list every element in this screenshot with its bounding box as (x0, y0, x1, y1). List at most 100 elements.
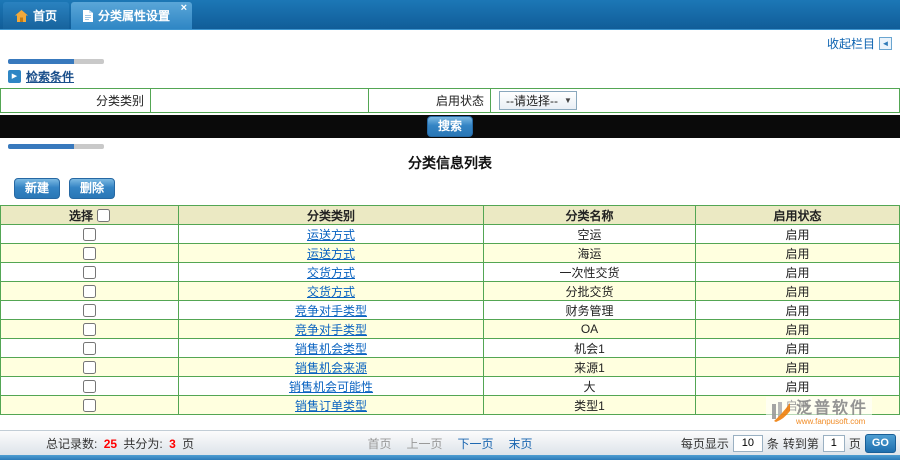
category-link[interactable]: 交货方式 (307, 285, 355, 299)
total-records-label: 总记录数: (46, 437, 97, 451)
row-category-cell: 销售机会来源 (179, 358, 484, 377)
per-page-input[interactable] (733, 435, 763, 452)
category-link[interactable]: 运送方式 (307, 247, 355, 261)
per-page-label: 每页显示 (681, 435, 729, 452)
category-link[interactable]: 运送方式 (307, 228, 355, 242)
table-row: 销售机会类型 机会1 启用 (1, 339, 900, 358)
goto-page-input[interactable] (823, 435, 845, 452)
row-checkbox[interactable] (83, 285, 96, 298)
row-checkbox[interactable] (83, 247, 96, 260)
category-link[interactable]: 竞争对手类型 (295, 323, 367, 337)
row-checkbox[interactable] (83, 342, 96, 355)
status-cell: 启用 (696, 282, 900, 301)
table-row: 销售机会来源 来源1 启用 (1, 358, 900, 377)
row-select-cell (1, 377, 179, 396)
row-category-cell: 交货方式 (179, 282, 484, 301)
page-size-controls: 每页显示 条 转到第 页 GO (681, 431, 896, 455)
category-link[interactable]: 销售机会可能性 (289, 380, 373, 394)
chevron-down-icon: ▼ (564, 96, 572, 105)
row-checkbox[interactable] (83, 266, 96, 279)
first-page-link: 首页 (367, 435, 391, 452)
status-cell: 启用 (696, 358, 900, 377)
home-icon (15, 10, 28, 22)
category-name-cell: 类型1 (484, 396, 696, 415)
table-row: 运送方式 空运 启用 (1, 225, 900, 244)
pagination-bar: 总记录数: 25 共分为: 3 页 首页 上一页 下一页 末页 每页显示 条 转… (0, 430, 900, 455)
total-records-value: 25 (101, 437, 120, 451)
search-button-bar: 搜索 (0, 115, 900, 138)
category-name-cell: 一次性交货 (484, 263, 696, 282)
goto-page-unit: 页 (849, 435, 861, 452)
header-category: 分类类别 (179, 206, 484, 225)
section-progress-bar-2 (8, 144, 104, 149)
category-input[interactable] (151, 91, 368, 111)
row-select-cell (1, 396, 179, 415)
row-select-cell (1, 244, 179, 263)
goto-page-label: 转到第 (783, 435, 819, 452)
row-category-cell: 销售订单类型 (179, 396, 484, 415)
category-name-cell: 空运 (484, 225, 696, 244)
row-checkbox[interactable] (83, 361, 96, 374)
status-cell: 启用 (696, 339, 900, 358)
category-link[interactable]: 交货方式 (307, 266, 355, 280)
status-select[interactable]: --请选择-- ▼ (499, 91, 577, 110)
tab-category-settings[interactable]: 分类属性设置 × (71, 2, 192, 29)
last-page-link[interactable]: 末页 (509, 435, 533, 452)
go-button[interactable]: GO (865, 434, 896, 453)
prev-page-link: 上一页 (406, 435, 442, 452)
document-icon (83, 10, 93, 22)
progress-bar-blue (8, 144, 74, 149)
category-name-cell: 来源1 (484, 358, 696, 377)
header-status: 启用状态 (696, 206, 900, 225)
search-button[interactable]: 搜索 (427, 116, 473, 137)
watermark-brand: 泛普软件 (796, 400, 868, 417)
category-link[interactable]: 竞争对手类型 (295, 304, 367, 318)
search-section-label: 检索条件 (26, 68, 74, 85)
delete-button[interactable]: 删除 (69, 178, 115, 199)
search-form-table: 分类类别 启用状态 --请选择-- ▼ (0, 88, 900, 113)
tab-bar: 首页 分类属性设置 × (0, 0, 900, 30)
bottom-accent-strip (0, 455, 900, 460)
status-cell: 启用 (696, 263, 900, 282)
row-checkbox[interactable] (83, 304, 96, 317)
tab-home[interactable]: 首页 (3, 2, 69, 29)
row-checkbox[interactable] (83, 380, 96, 393)
category-name-cell: OA (484, 320, 696, 339)
next-page-link[interactable]: 下一页 (458, 435, 494, 452)
category-name-cell: 分批交货 (484, 282, 696, 301)
new-button[interactable]: 新建 (14, 178, 60, 199)
table-header-row: 选择 分类类别 分类名称 启用状态 (1, 206, 900, 225)
row-select-cell (1, 225, 179, 244)
row-category-cell: 竞争对手类型 (179, 320, 484, 339)
category-link[interactable]: 销售订单类型 (295, 399, 367, 413)
watermark-url: www.fanpusoft.com (796, 417, 865, 426)
row-checkbox[interactable] (83, 323, 96, 336)
collapse-icon[interactable]: ◄ (879, 37, 892, 50)
app-window: 首页 分类属性设置 × 收起栏目 ◄ ▶ 检索条件 分类类别 启用状态 (0, 0, 900, 460)
category-link[interactable]: 销售机会类型 (295, 342, 367, 356)
list-title: 分类信息列表 (0, 153, 900, 173)
action-button-row: 新建 删除 (14, 178, 900, 199)
category-table-body: 运送方式 空运 启用 运送方式 海运 启用 交货方式 一次性交货 启用 (1, 225, 900, 415)
select-all-checkbox[interactable] (97, 209, 110, 222)
table-row: 交货方式 一次性交货 启用 (1, 263, 900, 282)
collapse-row: 收起栏目 ◄ (0, 30, 900, 53)
category-name-cell: 机会1 (484, 339, 696, 358)
category-link[interactable]: 销售机会来源 (295, 361, 367, 375)
total-pages-unit: 页 (182, 437, 194, 451)
record-summary: 总记录数: 25 共分为: 3 页 (46, 435, 194, 452)
status-filter-label: 启用状态 (369, 89, 491, 113)
close-icon[interactable]: × (181, 2, 187, 14)
per-page-unit: 条 (767, 435, 779, 452)
collapse-columns-link[interactable]: 收起栏目 (827, 35, 875, 52)
status-cell: 启用 (696, 301, 900, 320)
section-progress-bar (8, 59, 104, 64)
category-name-cell: 海运 (484, 244, 696, 263)
tab-home-label: 首页 (33, 7, 57, 24)
row-category-cell: 销售机会类型 (179, 339, 484, 358)
row-select-cell (1, 301, 179, 320)
category-name-cell: 财务管理 (484, 301, 696, 320)
row-select-cell (1, 339, 179, 358)
row-checkbox[interactable] (83, 399, 96, 412)
row-checkbox[interactable] (83, 228, 96, 241)
